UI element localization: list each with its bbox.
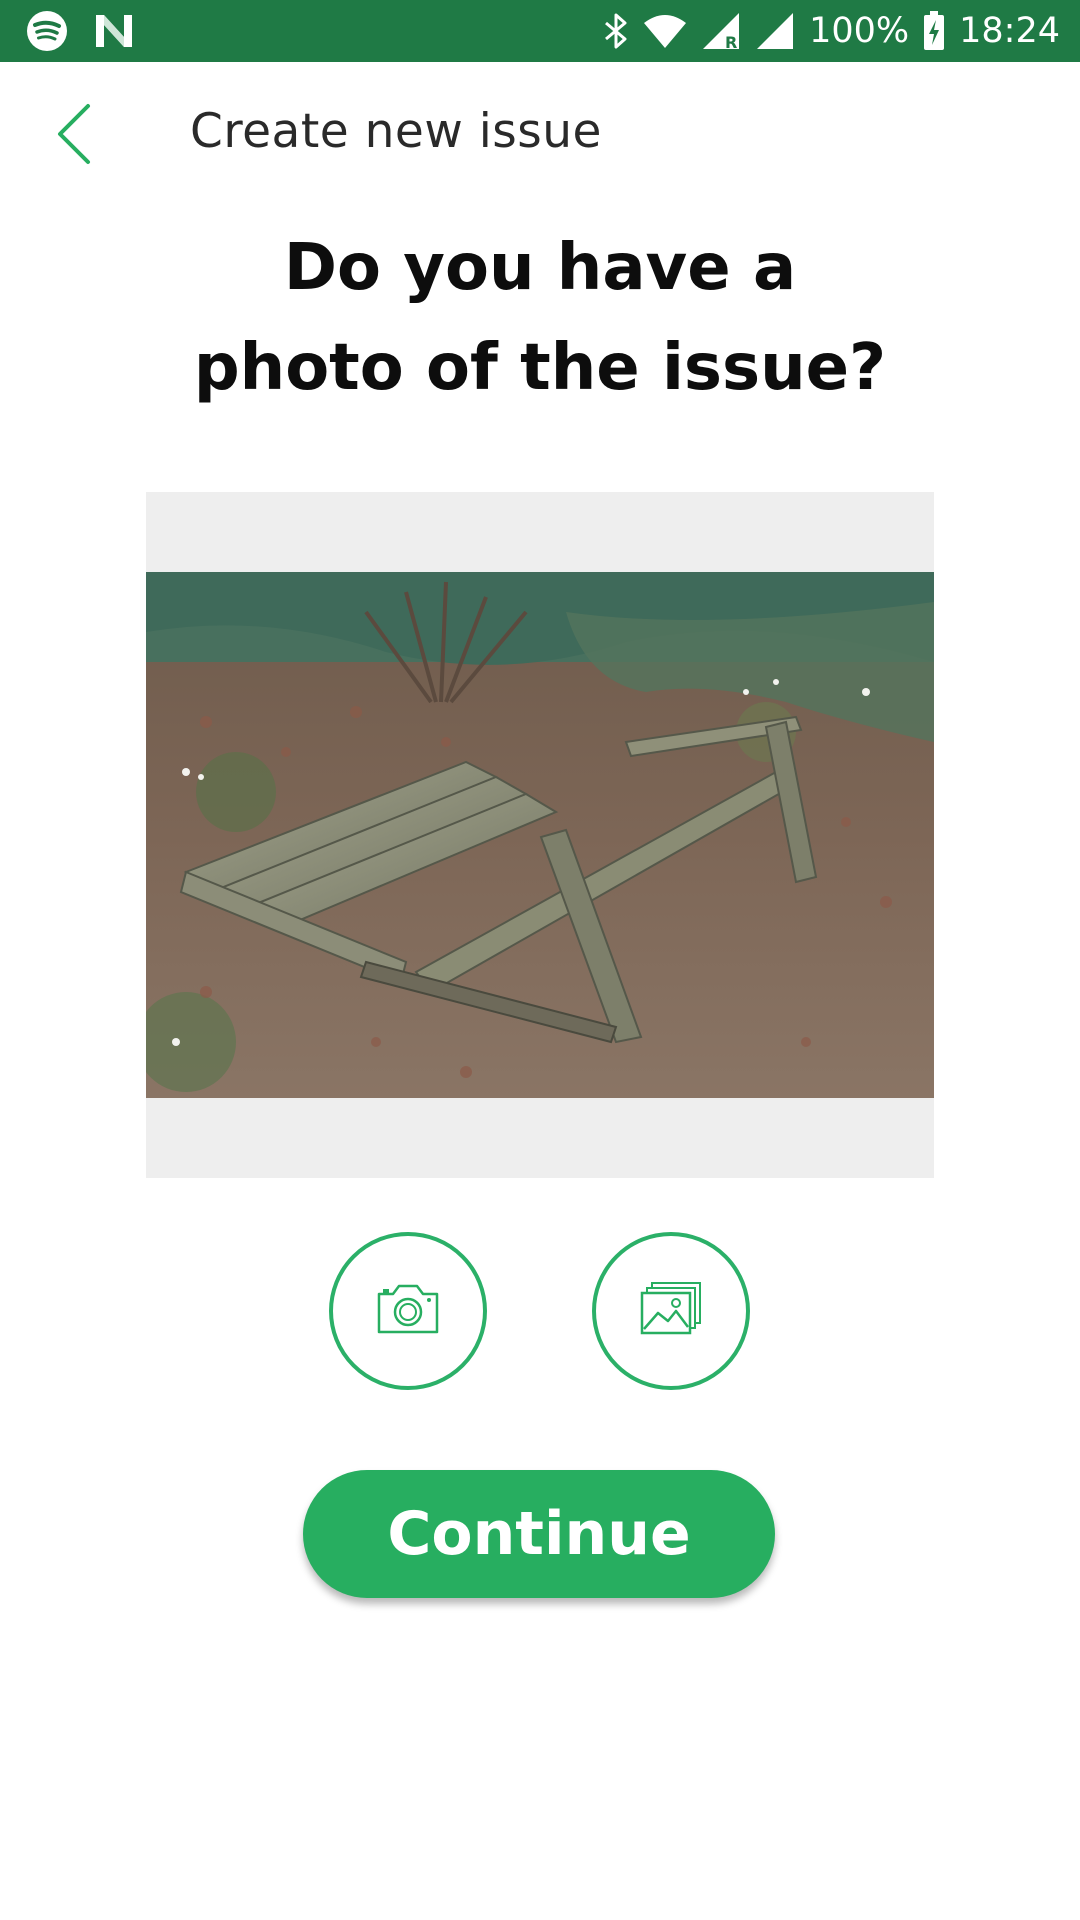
status-left-icons — [26, 10, 134, 52]
back-button[interactable] — [40, 102, 108, 170]
chevron-left-icon — [54, 102, 94, 170]
spotify-icon — [26, 10, 68, 52]
wifi-icon — [643, 13, 687, 49]
battery-charging-icon — [923, 11, 945, 51]
take-photo-button[interactable] — [329, 1232, 487, 1390]
question-line-2: photo of the issue? — [193, 331, 887, 405]
app-bar: Create new issue — [0, 62, 1080, 218]
choose-from-gallery-button[interactable] — [592, 1232, 750, 1390]
question-line-1: Do you have a — [283, 231, 797, 305]
camera-icon — [375, 1282, 441, 1340]
issue-photo — [146, 572, 934, 1098]
cell-signal-icon — [755, 12, 795, 50]
clock: 18:24 — [959, 11, 1060, 51]
photo-preview-frame — [146, 492, 934, 1178]
continue-button[interactable]: Continue — [303, 1470, 775, 1598]
question-heading: Do you have a photo of the issue? — [0, 218, 1080, 418]
status-bar: R 100% 18:24 — [0, 0, 1080, 62]
gallery-icon — [638, 1281, 704, 1341]
status-right-icons: R 100% 18:24 — [603, 0, 1060, 62]
cell-signal-roaming-icon: R — [701, 12, 741, 50]
bluetooth-icon — [603, 12, 629, 50]
battery-percent: 100% — [809, 11, 910, 51]
page-title: Create new issue — [190, 104, 602, 159]
svg-text:R: R — [725, 33, 737, 50]
n-logo-icon — [94, 13, 134, 49]
